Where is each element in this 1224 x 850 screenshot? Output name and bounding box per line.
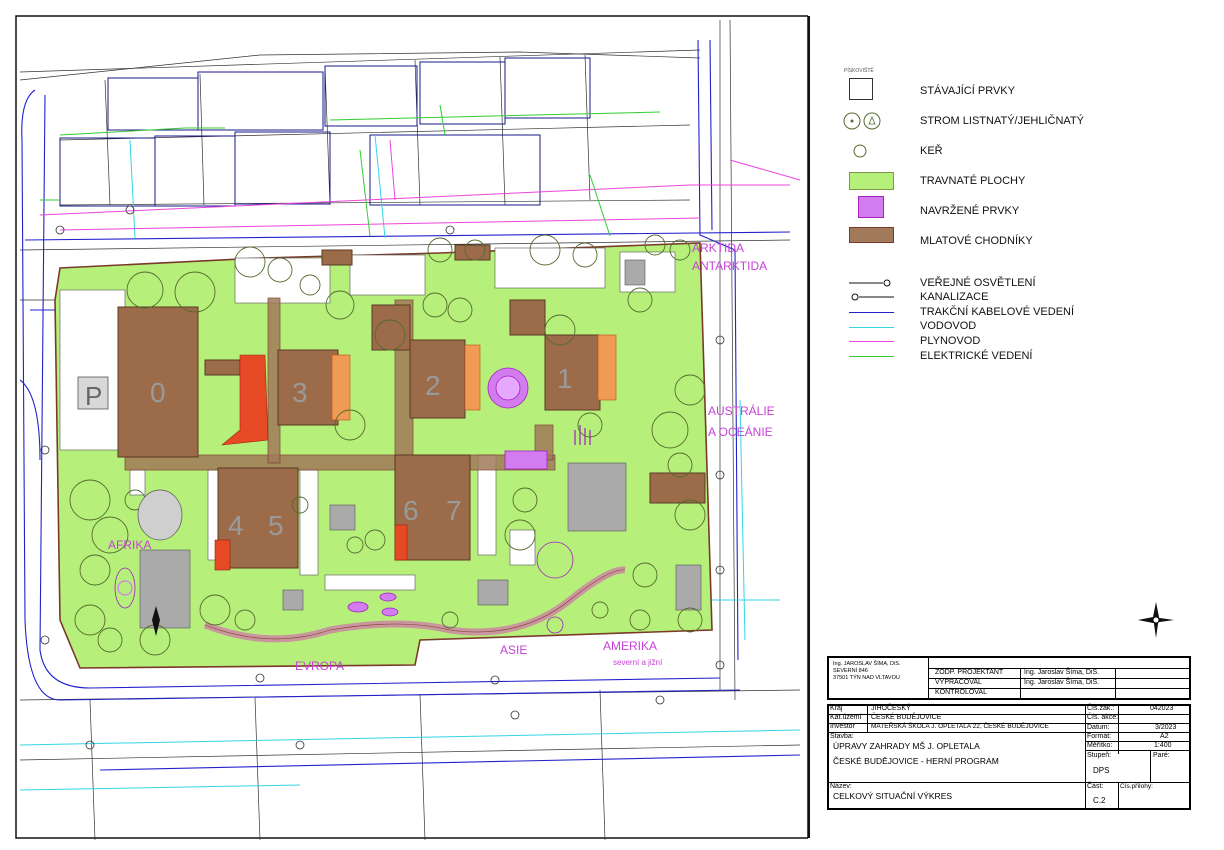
kraj-label: Kraj [830,705,843,712]
neighbour-buildings [59,57,591,207]
tree-icon [843,112,881,130]
author-street: SEVERNÍ 846 [833,668,868,674]
format-value: A2 [1160,733,1169,740]
investor-value: MATEŘSKÁ ŠKOLA J. OPLETALA 22, ČESKÉ BUD… [871,723,1049,730]
cis-zak-value: 042023 [1150,705,1174,712]
legend-label-path: MLATOVÉ CHODNÍKY [920,235,1033,247]
building-number-2: 2 [425,370,441,401]
cis-zak-label: Čís.zak.: [1087,705,1115,712]
grass-area-icon [849,172,894,190]
nazev-value: CELKOVÝ SITUAČNÍ VÝKRES [833,791,953,801]
author-name: Ing. JAROSLAV ŠÍMA, DiS. [833,661,901,667]
meritko-value: 1:400 [1154,742,1172,749]
sandbox [137,489,183,541]
meritko-label: Měřítko: [1087,742,1113,749]
investor-label: Investor [830,723,855,730]
legend-label-designed: NAVRŽENÉ PRVKY [920,205,1020,217]
label-antarktida: ANTARKTIDA [692,259,767,273]
author-city: 37501 TÝN NAD VLTAVOU [833,675,900,681]
gas-lines [39,139,801,231]
legend-label-tree: STROM LISTNATÝ/JEHLIČNATÝ [920,115,1085,127]
nazev-label: Název: [830,783,852,790]
format-label: Formát: [1087,733,1112,740]
parking-label: P [85,381,102,411]
gas-line-icon [849,341,894,342]
building-number-4: 4 [228,510,244,541]
label-australie: AUSTRÁLIE [708,403,775,418]
electric-line-icon [849,356,894,357]
drawing-frame-divider [808,16,810,838]
legend-label-shrub: KEŘ [920,145,943,157]
kraj-value: JIHOČESKÝ [871,705,911,712]
label-amerika: AMERIKA [603,639,657,653]
katuzemi-label: Kat.území [830,714,862,721]
gravel-path-icon [849,227,894,243]
legend-line-lighting: VEŘEJNÉ OSVĚTLENÍ [920,277,1036,289]
building-number-7: 7 [446,495,462,526]
cis-akce-label: Čís. akce: [1087,714,1119,721]
label-arktida: ARKTIDA [692,241,744,255]
building-3 [277,349,339,426]
datum-value: 3/2023 [1155,724,1177,731]
role-zodp: ZODP. PROJEKTANT [935,669,1004,676]
building-number-3: 3 [292,377,308,408]
role-zodp-name: Ing. Jaroslav Šíma, DiS. [1024,669,1100,676]
label-oceanie: A OCEÁNIE [708,424,773,439]
pare-label: Paré: [1153,752,1170,759]
public-lighting-icon [849,279,891,287]
north-arrow-icon [1138,602,1174,638]
legend-line-water: VODOVOD [920,320,977,332]
existing-element-icon [849,78,873,100]
water-line-icon [849,327,894,328]
cis-prilohy-label: Čís.přílohy: [1120,783,1153,790]
role-vypracoval: VYPRACOVAL [935,679,982,686]
katuzemi-value: ČESKÉ BUDĚJOVICE [871,714,942,721]
label-afrika: AFRIKA [108,538,151,552]
stavba-line-1: ÚPRAVY ZAHRADY MŠ J. OPLETALA [833,741,980,751]
label-amerika-sub: severní a jižní [613,658,663,667]
stavba-line-2: ČESKÉ BUDĚJOVICE - HERNÍ PROGRAM [833,756,999,766]
legend-sandbox-caption: PÍSKOVIŠTĚ [844,68,874,74]
tram-cable-line-icon [849,312,894,313]
label-asie: ASIE [500,643,527,657]
cast-value: C.2 [1093,796,1106,805]
datum-label: Datum: [1087,724,1110,731]
building-number-6: 6 [403,495,419,526]
legend-label-existing: STÁVAJÍCÍ PRVKY [920,85,1015,97]
building-number-0: 0 [150,377,166,408]
sewer-icon [851,293,894,301]
legend-line-electric: ELEKTRICKÉ VEDENÍ [920,350,1033,362]
role-vypracoval-name: Ing. Jaroslav Šíma, DiS. [1024,679,1100,686]
legend-line-sewer: KANALIZACE [920,291,989,303]
legend-label-grass: TRAVNATÉ PLOCHY [920,175,1026,187]
stavba-label: Stavba: [830,733,854,740]
stupen-value: DPS [1093,766,1110,775]
building-number-5: 5 [268,510,284,541]
legend-line-gas: PLYNOVOD [920,335,981,347]
designed-element-icon [858,196,884,218]
cast-label: Část: [1087,783,1104,790]
building-number-1: 1 [557,363,573,394]
shrub-icon [853,144,867,158]
site-plan-map: 0 3 2 1 4 5 6 7 P ARKTIDA ANTARKTIDA AUS… [15,15,808,841]
electric-lines [40,104,661,237]
role-kontroloval: KONTROLOVAL [935,689,987,696]
legend-line-cable: TRAKČNÍ KABELOVÉ VEDENÍ [920,306,1075,318]
label-evropa: EVROPA [295,659,344,673]
stupen-label: Stupeň: [1087,752,1112,759]
